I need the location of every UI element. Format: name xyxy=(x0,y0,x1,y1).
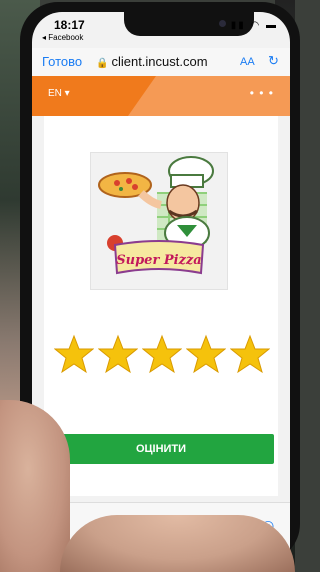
text-size-button[interactable]: AA xyxy=(240,56,255,68)
url-field[interactable]: 🔒 client.incust.com xyxy=(96,54,208,69)
phone-screen: 18:17 ◂ Facebook ▮▮ ◠ ▬ Готово 🔒 client.i… xyxy=(32,12,290,560)
reload-icon[interactable]: ↻ xyxy=(268,53,279,69)
star-rating[interactable] xyxy=(54,334,270,376)
rate-button[interactable]: ОЦІНИТИ xyxy=(48,434,274,464)
star-icon-4[interactable] xyxy=(186,334,226,374)
lock-icon: 🔒 xyxy=(96,58,109,69)
address-bar: Готово 🔒 client.incust.com AA ↻ xyxy=(32,48,290,76)
status-bar: 18:17 ◂ Facebook ▮▮ ◠ ▬ xyxy=(32,12,290,46)
star-icon-1[interactable] xyxy=(54,334,94,374)
rating-card: Super Pizza ОЦІНИТИ xyxy=(44,116,278,496)
merchant-logo: Super Pizza xyxy=(90,152,228,290)
back-to-app-link[interactable]: ◂ Facebook xyxy=(42,33,83,42)
star-icon-2[interactable] xyxy=(98,334,138,374)
hand-bottom xyxy=(60,515,295,572)
done-button[interactable]: Готово xyxy=(42,54,82,69)
star-icon-5[interactable] xyxy=(230,334,270,374)
pizza-chef-illustration: Super Pizza xyxy=(91,153,227,289)
logo-text: Super Pizza xyxy=(116,253,201,268)
status-time: 18:17 xyxy=(54,18,85,32)
star-icon-3[interactable] xyxy=(142,334,182,374)
url-text: client.incust.com xyxy=(111,54,208,69)
hand-left xyxy=(0,400,70,572)
system-icons: ▮▮ ◠ ▬ xyxy=(230,20,278,31)
app-header: EN ▾ • • • xyxy=(32,76,290,116)
language-selector[interactable]: EN ▾ xyxy=(48,88,70,99)
more-menu-icon[interactable]: • • • xyxy=(250,86,274,100)
